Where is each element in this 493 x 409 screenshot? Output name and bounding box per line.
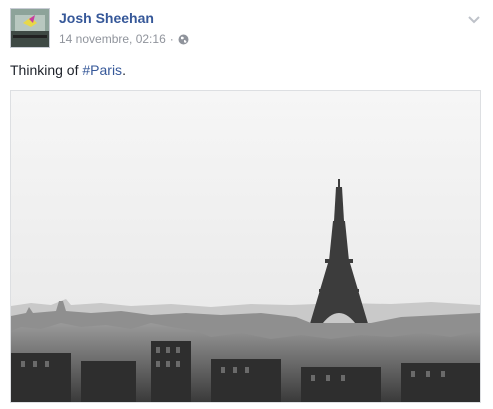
post-timestamp[interactable]: 14 novembre, 02:16: [59, 32, 166, 46]
chevron-down-icon[interactable]: [467, 12, 481, 24]
post-text-prefix: Thinking of: [10, 62, 83, 78]
paris-skyline-image: [11, 91, 480, 402]
post-text: Thinking of #Paris.: [10, 61, 126, 79]
post-meta: 14 novembre, 02:16 ·: [59, 32, 189, 46]
post-text-suffix: .: [122, 62, 126, 78]
author-name[interactable]: Josh Sheehan: [59, 10, 154, 26]
post-photo[interactable]: [10, 90, 481, 403]
hashtag-link[interactable]: #Paris: [82, 62, 122, 78]
post-header: Josh Sheehan 14 novembre, 02:16 ·: [10, 8, 483, 52]
avatar-image: [11, 9, 49, 47]
globe-icon[interactable]: [178, 34, 189, 45]
avatar[interactable]: [10, 8, 50, 48]
meta-separator: ·: [169, 32, 174, 46]
